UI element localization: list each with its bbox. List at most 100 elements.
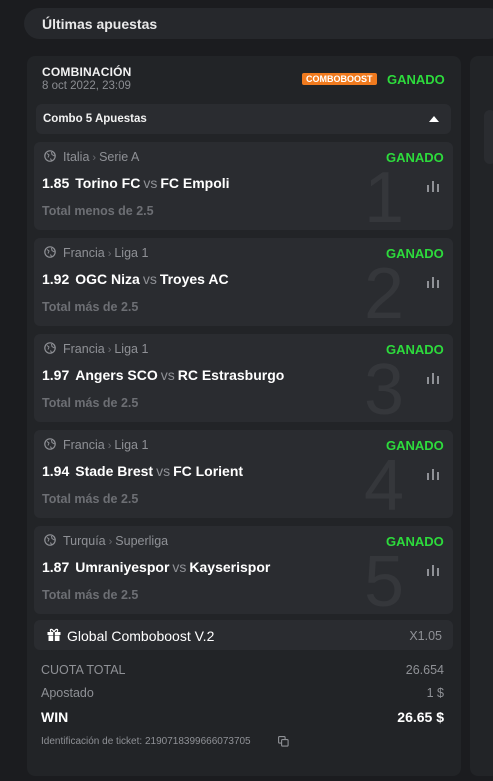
breadcrumb-separator-icon: ›	[108, 536, 113, 548]
globe-icon	[44, 534, 56, 546]
stake-value: 1 $	[426, 686, 444, 700]
leg-vs: vs	[143, 175, 158, 191]
leg-league-name: Serie A	[99, 150, 140, 164]
bet-date: 8 oct 2022, 23:09	[42, 80, 131, 92]
combo-toggle[interactable]: Combo 5 Apuestas	[36, 104, 451, 134]
leg-country: Turquía	[63, 534, 106, 548]
leg-home-team: Angers SCO	[75, 367, 158, 383]
comboboost-badge: COMBOBOOST	[302, 73, 377, 85]
leg-status: GANADO	[386, 246, 444, 261]
comboboost-label: Global Comboboost V.2	[67, 628, 215, 644]
win-value: 26.65 $	[397, 709, 444, 725]
globe-icon	[44, 246, 56, 258]
leg-status: GANADO	[386, 534, 444, 549]
leg-market: Total menos de 2.5	[42, 204, 154, 218]
stake-label: Apostado	[41, 686, 94, 700]
bet-leg[interactable]: 2 Francia › Liga 1 GANADO 1.92 OGC Niza vs Tr…	[34, 238, 453, 326]
leg-league-name: Liga 1	[114, 246, 149, 260]
leg-league: Francia › Liga 1	[63, 342, 148, 356]
leg-away-team: Troyes AC	[159, 271, 229, 287]
leg-match: 1.97 Angers SCO vs RC Estrasburgo	[42, 367, 284, 383]
leg-away-team: FC Empoli	[160, 175, 230, 191]
leg-away-team: RC Estrasburgo	[177, 367, 285, 383]
leg-number: 4	[364, 446, 405, 518]
ticket-id: Identificación de ticket: 21907183996660…	[41, 736, 251, 747]
leg-market: Total más de 2.5	[42, 492, 139, 506]
bet-leg[interactable]: 3 Francia › Liga 1 GANADO 1.97 Angers SCO vs…	[34, 334, 453, 422]
total-odds-value: 26.654	[405, 663, 444, 677]
leg-match: 1.87 Umraniyespor vs Kayserispor	[42, 559, 270, 575]
chevron-up-icon[interactable]	[429, 116, 439, 122]
leg-league-name: Liga 1	[114, 342, 149, 356]
comboboost-multiplier: X1.05	[409, 629, 442, 643]
ticket-id-label: Identificación de ticket:	[41, 736, 143, 747]
leg-odds: 1.97	[42, 367, 70, 383]
leg-status: GANADO	[386, 438, 444, 453]
bet-card: COMBINACIÓN 8 oct 2022, 23:09 COMBOBOOST…	[27, 56, 461, 776]
leg-odds: 1.92	[42, 271, 70, 287]
leg-league: Francia › Liga 1	[63, 246, 148, 260]
breadcrumb-separator-icon: ›	[107, 344, 112, 356]
latest-bets-title: Últimas apuestas	[42, 16, 158, 32]
leg-odds: 1.87	[42, 559, 70, 575]
leg-match: 1.85 Torino FC vs FC Empoli	[42, 175, 230, 191]
gift-icon	[47, 628, 61, 641]
stats-icon[interactable]	[426, 372, 440, 384]
bet-type: COMBINACIÓN	[42, 65, 132, 79]
leg-country: Francia	[63, 342, 105, 356]
leg-home-team: OGC Niza	[75, 271, 140, 287]
leg-country: Francia	[63, 438, 105, 452]
leg-away-team: FC Lorient	[173, 463, 244, 479]
bet-leg[interactable]: 5 Turquía › Superliga GANADO 1.87 Umraniyes…	[34, 526, 453, 614]
globe-icon	[44, 438, 56, 450]
leg-odds: 1.94	[42, 463, 70, 479]
leg-odds: 1.85	[42, 175, 70, 191]
copy-icon[interactable]	[278, 736, 289, 747]
leg-country: Francia	[63, 246, 105, 260]
stats-icon[interactable]	[426, 468, 440, 480]
breadcrumb-separator-icon: ›	[107, 248, 112, 260]
next-bet-card-row-edge	[484, 110, 493, 164]
bet-leg[interactable]: 1 Italia › Serie A GANADO 1.85 Torino FC vs F…	[34, 142, 453, 230]
leg-match: 1.94 Stade Brest vs FC Lorient	[42, 463, 243, 479]
ticket-id-value: 2190718399666073705	[144, 736, 251, 747]
leg-home-team: Stade Brest	[75, 463, 154, 479]
leg-number: 3	[364, 350, 405, 422]
leg-number: 2	[364, 254, 405, 326]
leg-market: Total más de 2.5	[42, 396, 139, 410]
leg-number: 1	[364, 158, 405, 230]
leg-status: GANADO	[386, 342, 444, 357]
leg-home-team: Umraniyespor	[75, 559, 170, 575]
leg-vs: vs	[142, 271, 157, 287]
leg-vs: vs	[172, 559, 187, 575]
leg-league: Turquía › Superliga	[63, 534, 168, 548]
leg-home-team: Torino FC	[75, 175, 141, 191]
leg-league-name: Liga 1	[114, 438, 149, 452]
latest-bets-header[interactable]: Últimas apuestas	[24, 8, 493, 39]
leg-status: GANADO	[386, 150, 444, 165]
globe-icon	[44, 342, 56, 354]
stats-icon[interactable]	[426, 180, 440, 192]
leg-league-name: Superliga	[115, 534, 169, 548]
leg-league: Italia › Serie A	[63, 150, 139, 164]
leg-match: 1.92 OGC Niza vs Troyes AC	[42, 271, 229, 287]
leg-market: Total más de 2.5	[42, 300, 139, 314]
comboboost-row: Global Comboboost V.2 X1.05	[34, 620, 453, 650]
leg-market: Total más de 2.5	[42, 588, 139, 602]
globe-icon	[44, 150, 56, 162]
breadcrumb-separator-icon: ›	[107, 440, 112, 452]
stats-icon[interactable]	[426, 564, 440, 576]
leg-league: Francia › Liga 1	[63, 438, 148, 452]
bet-leg[interactable]: 4 Francia › Liga 1 GANADO 1.94 Stade Brest v…	[34, 430, 453, 518]
next-bet-card-edge[interactable]	[470, 56, 493, 776]
leg-vs: vs	[160, 367, 175, 383]
leg-country: Italia	[63, 150, 90, 164]
bet-status: GANADO	[387, 72, 445, 87]
combo-label: Combo 5 Apuestas	[43, 113, 147, 125]
stats-icon[interactable]	[426, 276, 440, 288]
total-odds-label: CUOTA TOTAL	[41, 663, 126, 677]
leg-away-team: Kayserispor	[189, 559, 271, 575]
leg-number: 5	[364, 542, 405, 614]
leg-vs: vs	[156, 463, 171, 479]
breadcrumb-separator-icon: ›	[92, 152, 97, 164]
